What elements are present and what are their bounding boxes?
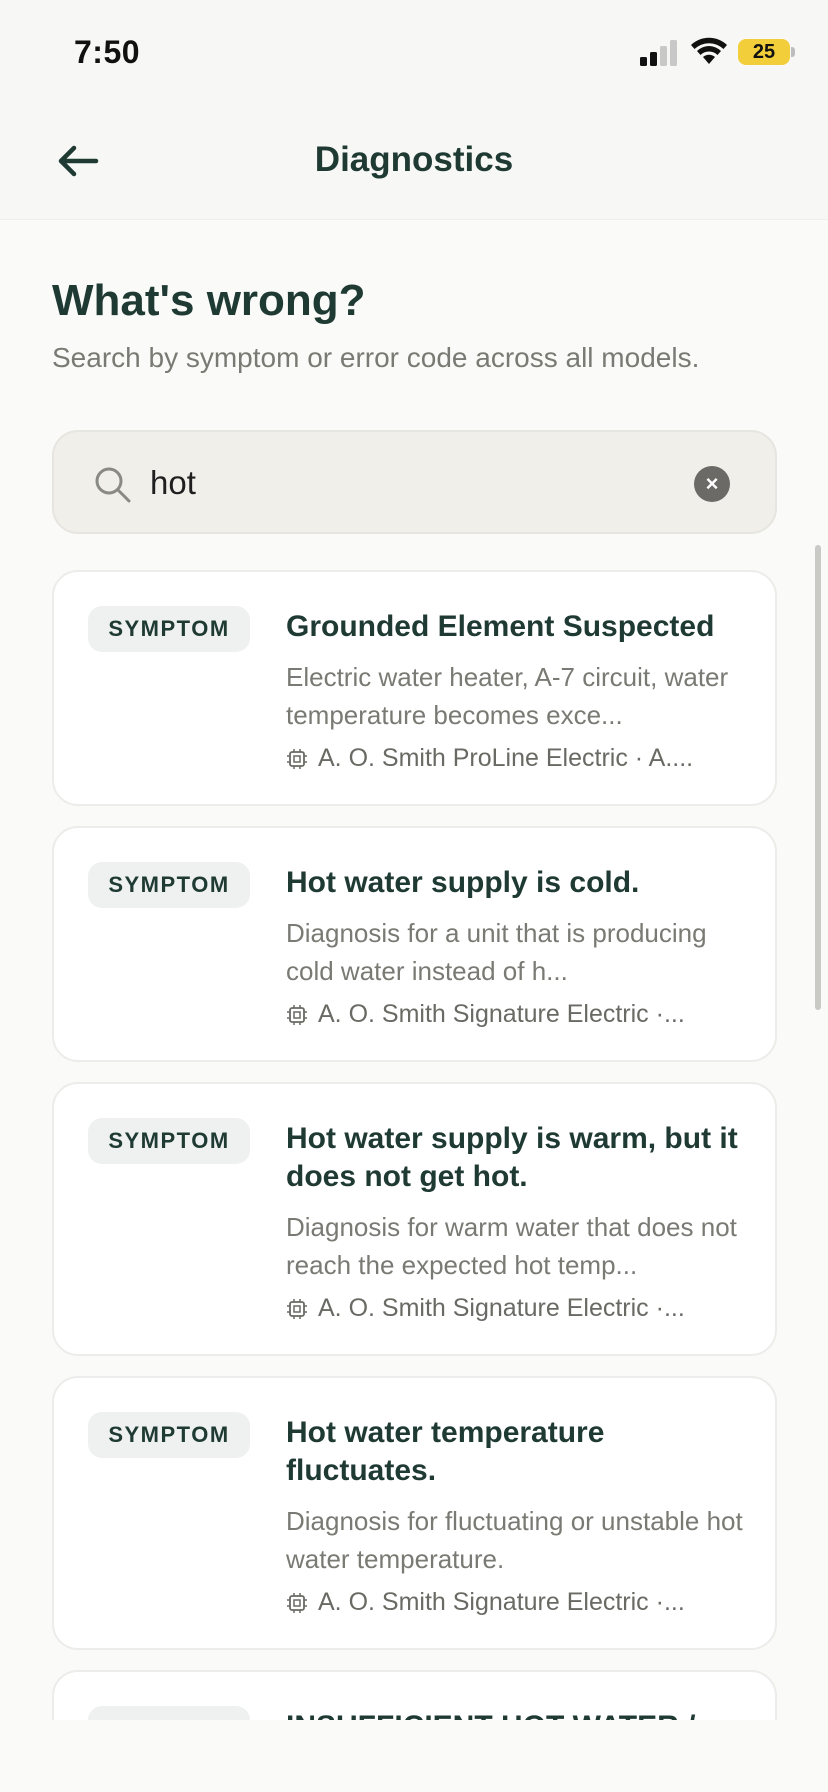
- section-subheading: Search by symptom or error code across a…: [52, 342, 700, 373]
- cellular-signal-icon: [640, 40, 677, 66]
- page-title: Diagnostics: [314, 140, 514, 179]
- result-card[interactable]: SYMPTOM Hot water supply is warm, but it…: [52, 1082, 777, 1356]
- chip-icon: [287, 1592, 307, 1613]
- symptom-badge: SYMPTOM: [88, 1118, 250, 1164]
- result-model-text: A. O. Smith Signature Electric ·...: [318, 1588, 685, 1616]
- clear-search-button[interactable]: ×: [694, 466, 730, 502]
- battery-indicator: 25: [738, 39, 790, 65]
- chip-icon: [287, 1004, 307, 1025]
- search-icon: [95, 467, 131, 503]
- result-card[interactable]: SYMPTOM INSUFFICIENT HOT WATER /: [52, 1670, 777, 1720]
- result-description: Electric water heater, A-7 circuit, wate…: [286, 662, 729, 730]
- result-model-text: A. O. Smith Signature Electric ·...: [318, 1000, 685, 1028]
- chip-icon: [287, 1298, 307, 1319]
- symptom-badge: SYMPTOM: [88, 1706, 250, 1720]
- scrollbar[interactable]: [815, 545, 821, 1010]
- result-title: Hot water supply is cold.: [286, 866, 640, 899]
- result-model-text: A. O. Smith Signature Electric ·...: [318, 1294, 685, 1322]
- close-icon: ×: [705, 471, 719, 496]
- result-model: A. O. Smith Signature Electric ·...: [286, 1588, 746, 1617]
- section-heading: What's wrong?: [52, 276, 366, 325]
- result-model-text: A. O. Smith ProLine Electric · A....: [318, 744, 694, 772]
- status-time: 7:50: [74, 34, 141, 70]
- chip-icon: [287, 748, 307, 769]
- status-bar: 7:50 25: [0, 0, 828, 100]
- result-title: INSUFFICIENT HOT WATER /: [286, 1708, 746, 1720]
- result-card[interactable]: SYMPTOM Hot water supply is cold. Diagno…: [52, 826, 777, 1062]
- search-bar: ×: [52, 430, 777, 534]
- result-title: Hot water temperature fluctuates.: [286, 1416, 605, 1487]
- nav-header: Diagnostics: [0, 100, 828, 220]
- results-list: SYMPTOM Grounded Element Suspected Elect…: [52, 570, 777, 1720]
- result-title: Grounded Element Suspected: [286, 610, 715, 643]
- bottom-area: [0, 1720, 828, 1792]
- result-title: Hot water supply is warm, but it does no…: [286, 1122, 738, 1193]
- wifi-icon: [691, 37, 727, 64]
- result-model: A. O. Smith ProLine Electric · A....: [286, 744, 746, 773]
- battery-cap: [791, 47, 795, 57]
- symptom-badge: SYMPTOM: [88, 1412, 250, 1458]
- result-description: Diagnosis for fluctuating or unstable ho…: [286, 1506, 743, 1574]
- result-description: Diagnosis for warm water that does not r…: [286, 1212, 737, 1280]
- symptom-badge: SYMPTOM: [88, 606, 250, 652]
- result-description: Diagnosis for a unit that is producing c…: [286, 918, 707, 986]
- search-input[interactable]: [150, 460, 670, 506]
- result-model: A. O. Smith Signature Electric ·...: [286, 1000, 746, 1029]
- symptom-badge: SYMPTOM: [88, 862, 250, 908]
- result-model: A. O. Smith Signature Electric ·...: [286, 1294, 746, 1323]
- result-card[interactable]: SYMPTOM Grounded Element Suspected Elect…: [52, 570, 777, 806]
- result-card[interactable]: SYMPTOM Hot water temperature fluctuates…: [52, 1376, 777, 1650]
